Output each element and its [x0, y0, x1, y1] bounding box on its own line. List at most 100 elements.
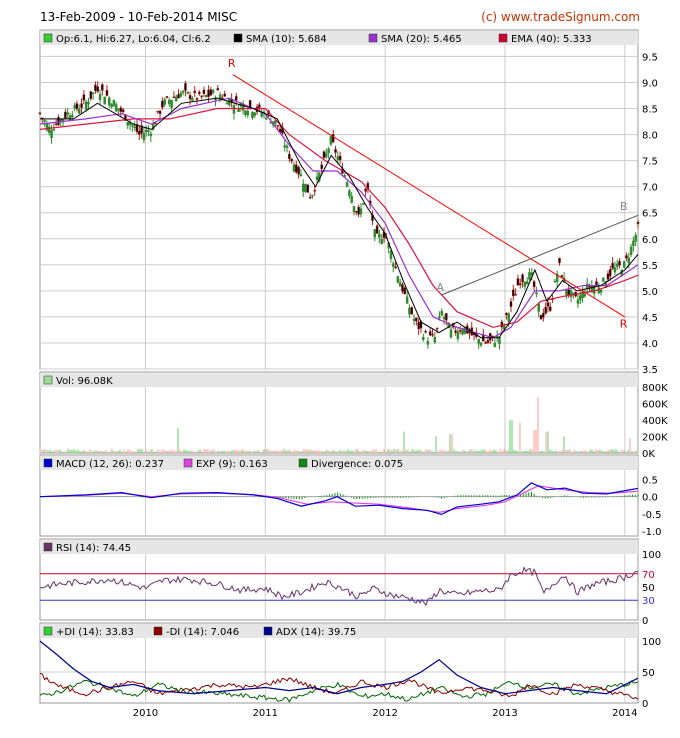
volume-bar: [371, 449, 373, 453]
candle-body: [200, 95, 203, 98]
magenta-square-icon: [183, 458, 193, 468]
volume-bar: [507, 449, 509, 453]
candle-body: [105, 90, 109, 96]
volume-bar: [285, 450, 287, 453]
volume-bar: [445, 451, 447, 453]
candle-body: [629, 246, 633, 255]
volume-bar: [197, 450, 199, 453]
candle-body: [304, 183, 307, 193]
volume-bar: [41, 449, 43, 453]
volume-bar: [483, 449, 485, 453]
volume-bar: [373, 449, 375, 453]
volume-bar: [637, 450, 639, 453]
candle-body: [334, 149, 337, 153]
candle-body: [258, 104, 261, 108]
volume-bar: [571, 451, 573, 453]
volume-bar: [53, 450, 55, 453]
green-square-icon: [43, 626, 53, 636]
candle-body: [549, 306, 552, 311]
candle-body: [325, 153, 328, 157]
volume-bar: [159, 451, 161, 453]
candle-body: [98, 94, 102, 100]
volume-bar: [171, 449, 173, 453]
volume-bar: [333, 450, 335, 453]
volume-bar: [429, 449, 431, 453]
volume-bar: [469, 449, 471, 453]
candle-body: [590, 285, 594, 292]
volume-bar: [459, 451, 461, 453]
volume-bar: [319, 451, 321, 453]
volume-bar: [301, 451, 303, 453]
volume-bar: [541, 450, 543, 453]
candle-body: [237, 108, 240, 112]
candle-body: [461, 329, 464, 335]
volume-bar: [275, 450, 277, 453]
candle-body: [403, 287, 407, 295]
volume-bar: [259, 451, 261, 453]
volume-bar: [247, 450, 249, 453]
candle-body: [622, 261, 626, 268]
candle-body: [50, 130, 53, 138]
price-ytick-3: 5.0: [642, 287, 658, 298]
candle-body: [204, 94, 208, 98]
volume-bar: [583, 449, 585, 453]
volume-bar: [563, 436, 565, 453]
volume-bar: [63, 451, 65, 453]
candle-body: [525, 281, 529, 285]
volume-bar: [155, 451, 157, 453]
volume-bar: [207, 449, 209, 453]
volume-bar: [169, 449, 171, 453]
price-ytick-10: 8.5: [642, 105, 658, 116]
legend-label-0-0: Op:6.1, Hi:6.27, Lo:6.04, Cl:6.2: [56, 34, 211, 45]
legend-label-4-1: -DI (14): 7.046: [166, 627, 239, 638]
rsi-ytick-2: 50: [642, 583, 655, 594]
candle-body: [297, 166, 300, 175]
candle-body: [292, 164, 296, 172]
xaxis-tick-label-4: 2014: [612, 708, 637, 719]
volume-bar: [617, 451, 619, 453]
volume-bar: [467, 451, 469, 453]
volume-bar: [457, 451, 459, 453]
volume-bar: [341, 451, 343, 453]
volume-bar: [67, 448, 69, 453]
volume-bar: [163, 450, 165, 453]
volume-bar: [343, 449, 345, 453]
volume-bar: [573, 449, 575, 453]
candle-body: [378, 233, 381, 238]
volume-bar: [537, 396, 539, 453]
volume-bar: [139, 448, 141, 453]
candle-body: [327, 148, 330, 154]
volume-bar: [335, 451, 337, 453]
volume-bar: [597, 449, 599, 453]
volume-bar: [625, 451, 627, 453]
volume-bar: [521, 451, 523, 453]
candle-body: [211, 90, 215, 94]
volume-bar: [375, 449, 377, 453]
volume-bar: [435, 436, 437, 453]
price-ytick-0: 3.5: [642, 365, 658, 376]
volume-bar: [91, 451, 93, 453]
candle-body: [191, 97, 194, 101]
volume-bar: [491, 450, 493, 453]
candle-body: [546, 302, 550, 307]
candle-body: [313, 190, 317, 192]
volume-bar: [569, 449, 571, 453]
candle-body: [477, 338, 480, 344]
candle-body: [509, 301, 513, 307]
trendline-annotation-3: B: [620, 200, 628, 213]
candle-body: [315, 176, 319, 180]
candle-body: [168, 99, 171, 105]
candle-body: [535, 292, 538, 295]
volume-bar: [229, 451, 231, 453]
volume-bar: [133, 451, 135, 453]
candle-body: [207, 89, 210, 97]
volume-bar: [177, 428, 179, 453]
volume-bar: [479, 450, 481, 453]
volume-bar: [173, 450, 175, 453]
candle-body: [373, 229, 377, 238]
volume-bar: [97, 451, 99, 453]
volume-bar: [75, 450, 77, 453]
volume-bar: [283, 448, 285, 453]
volume-bar: [385, 451, 387, 453]
candle-body: [357, 206, 360, 215]
